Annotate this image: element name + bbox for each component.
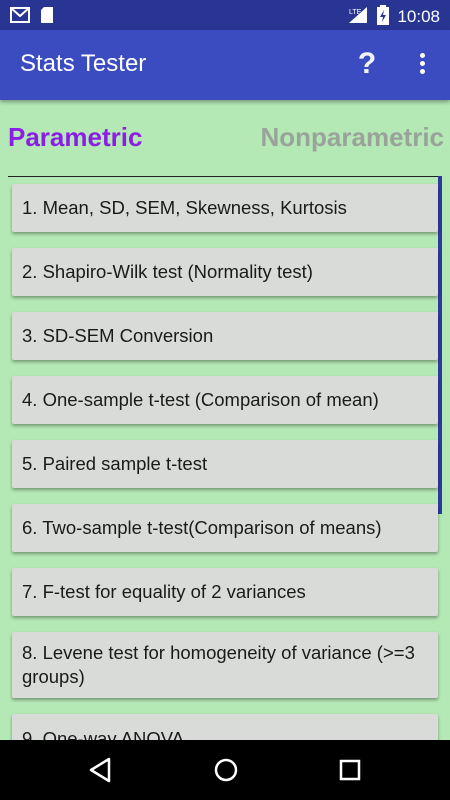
more-options-icon[interactable] [412,50,432,80]
list-item[interactable]: 7. F-test for equality of 2 variances [12,568,438,616]
network-label: LTE [349,9,362,16]
list-item[interactable]: 9. One-way ANOVA [12,714,438,740]
clock: 10:08 [397,7,440,26]
battery-charging-icon [377,5,390,29]
signal-icon: LTE [347,6,369,28]
tab-nonparametric[interactable]: Nonparametric [261,122,445,153]
list-item[interactable]: 3. SD-SEM Conversion [12,312,438,360]
app-title: Stats Tester [20,50,147,77]
status-bar: LTE 10:08 [0,0,450,30]
list-item[interactable]: 1. Mean, SD, SEM, Skewness, Kurtosis [12,184,438,232]
scrollbar[interactable] [438,176,442,514]
gmail-icon [10,6,30,28]
recent-apps-icon[interactable] [339,759,361,785]
app-bar: Stats Tester ? [0,30,450,100]
back-icon[interactable] [88,757,112,787]
test-list[interactable]: 1. Mean, SD, SEM, Skewness, Kurtosis 2. … [0,176,450,740]
home-icon[interactable] [213,757,239,787]
list-item[interactable]: 2. Shapiro-Wilk test (Normality test) [12,248,438,296]
list-item[interactable]: 4. One-sample t-test (Comparison of mean… [12,376,438,424]
list-item[interactable]: 8. Levene test for homogeneity of varian… [12,632,438,698]
list-item[interactable]: 5. Paired sample t-test [12,440,438,488]
sd-card-icon [40,6,54,28]
help-button[interactable]: ? [352,46,382,82]
list-item[interactable]: 6. Two-sample t-test(Comparison of means… [12,504,438,552]
tab-parametric[interactable]: Parametric [8,122,142,153]
navigation-bar [0,740,450,800]
